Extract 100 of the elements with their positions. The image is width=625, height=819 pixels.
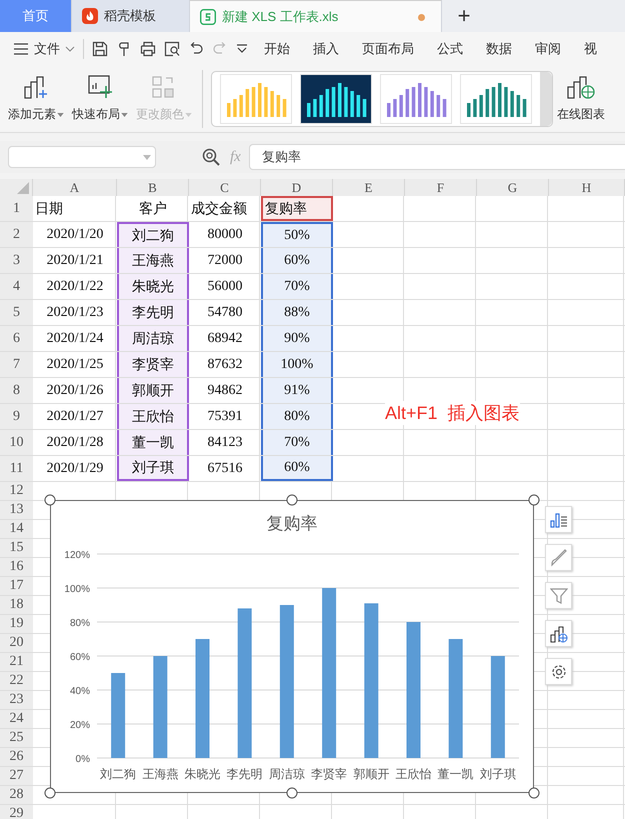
row-header[interactable]: 25 — [0, 729, 33, 747]
menu-tab[interactable]: 页面布局 — [362, 40, 414, 58]
table-cell-text: 2020/1/25 — [46, 356, 104, 374]
table-cell-text: 客户 — [138, 200, 168, 218]
menu-tab[interactable]: 视 — [584, 40, 597, 58]
menu-tab[interactable]: 审阅 — [535, 40, 561, 58]
table-cell: 50% — [261, 222, 333, 247]
table-cell: 周洁琼 — [117, 326, 189, 351]
chart-tool-button[interactable] — [545, 620, 572, 647]
filter-icon — [550, 586, 568, 604]
axis-tick-label: 0% — [76, 754, 90, 765]
category-label: 李先明 — [226, 767, 263, 781]
hint-text: Alt+F1 插入图表 — [385, 401, 520, 425]
print-icon[interactable] — [140, 40, 156, 56]
menu-tab[interactable]: 开始 — [264, 40, 290, 58]
layout-icon — [87, 74, 113, 100]
print-preview-icon[interactable] — [164, 40, 180, 56]
table-cell-text: 80000 — [206, 226, 244, 244]
table-cell-text: 成交金额 — [190, 200, 248, 218]
row-header[interactable]: 4 — [0, 274, 33, 299]
table-cell-text: 84123 — [206, 434, 244, 452]
row-header[interactable]: 24 — [0, 710, 33, 728]
new-tab-button[interactable]: + — [442, 0, 486, 32]
row-header[interactable]: 13 — [0, 501, 33, 519]
table-cell: 王欣怡 — [117, 404, 189, 429]
ribbon-button[interactable]: 快速布局 — [70, 74, 130, 123]
online-chart-button[interactable]: 在线图表 — [557, 74, 605, 123]
category-label: 朱晓光 — [184, 767, 220, 781]
row-header[interactable]: 5 — [0, 300, 33, 325]
corner-triangle-icon — [17, 182, 29, 194]
row-header[interactable]: 19 — [0, 615, 33, 633]
axis-tick-label: 100% — [64, 584, 90, 595]
chart-style-thumbnail[interactable] — [460, 74, 532, 124]
axis-tick-label: 120% — [64, 550, 90, 561]
row-header[interactable]: 27 — [0, 767, 33, 785]
chart-frame[interactable]: 复购率 0% 20% 40% 60% 80% 100% 120% 刘二狗 王海燕 朱晓光 李先明 周洁琼 李贤宰 郭顺开 王欣怡 董一凯 刘子琪 — [50, 500, 534, 793]
row-header[interactable]: 8 — [0, 378, 33, 403]
row-header[interactable]: 3 — [0, 248, 33, 273]
formula-field[interactable]: 复购率 — [248, 144, 625, 170]
row-header[interactable]: 17 — [0, 577, 33, 595]
zoom-icon[interactable] — [202, 148, 220, 166]
row-header[interactable]: 26 — [0, 748, 33, 766]
table-cell-text: 2020/1/28 — [46, 434, 104, 452]
table-cell: 刘子琪 — [117, 456, 189, 481]
row-header[interactable]: 14 — [0, 520, 33, 538]
row-header[interactable]: 20 — [0, 634, 33, 652]
category-label: 郭顺开 — [353, 767, 390, 781]
row-header[interactable]: 2 — [0, 222, 33, 247]
row-header[interactable]: 21 — [0, 653, 33, 671]
category-label: 王海燕 — [142, 767, 178, 781]
category-label: 王欣怡 — [396, 767, 432, 781]
gallery-scrollbar[interactable] — [540, 72, 552, 126]
chart-style-thumbnail[interactable] — [380, 74, 452, 124]
document-tab[interactable]: 稻壳模板 — [72, 0, 190, 32]
chart-tool-button[interactable] — [545, 506, 572, 533]
row-header[interactable]: 7 — [0, 352, 33, 377]
row-header[interactable]: 18 — [0, 596, 33, 614]
row-header[interactable]: 10 — [0, 430, 33, 455]
table-cell-text: 56000 — [206, 278, 244, 296]
chevron-down-icon[interactable] — [65, 46, 75, 52]
row-header[interactable]: 6 — [0, 326, 33, 351]
table-cell: 70% — [261, 274, 333, 299]
undo-icon[interactable] — [188, 40, 204, 56]
dropdown-icon[interactable] — [236, 44, 248, 54]
table-cell-text: 87632 — [206, 356, 244, 374]
axis-tick-label: 40% — [70, 686, 90, 697]
axis-tick-label: 60% — [70, 652, 90, 663]
menu-tab[interactable]: 插入 — [313, 40, 339, 58]
row-header[interactable]: 9 — [0, 404, 33, 429]
chart-style-thumbnail[interactable] — [220, 74, 292, 124]
menu-tab[interactable]: 数据 — [486, 40, 512, 58]
row-header[interactable]: 29 — [0, 805, 33, 819]
file-menu[interactable]: 文件 — [34, 40, 60, 58]
row-header[interactable]: 28 — [0, 786, 33, 804]
table-cell: 李贤宰 — [117, 352, 189, 377]
row-header[interactable]: 16 — [0, 558, 33, 576]
category-label: 李贤宰 — [311, 767, 348, 781]
table-cell: 88% — [261, 300, 333, 325]
document-tab[interactable]: 新建 XLS 工作表.xls — [190, 0, 442, 32]
menu-tab[interactable]: 公式 — [437, 40, 463, 58]
row-header[interactable]: 22 — [0, 672, 33, 690]
save-icon[interactable] — [92, 40, 108, 56]
table-cell: 100% — [261, 352, 333, 377]
row-header[interactable]: 15 — [0, 539, 33, 557]
chart-tool-button[interactable] — [545, 658, 572, 685]
row-header[interactable]: 12 — [0, 482, 33, 500]
table-cell: 60% — [261, 248, 333, 273]
table-cell-text: 2020/1/21 — [46, 252, 104, 270]
table-cell-text: 2020/1/26 — [46, 382, 104, 400]
menu-icon[interactable] — [14, 42, 28, 54]
table-cell: 李先明 — [117, 300, 189, 325]
ribbon-button[interactable]: 添加元素 — [6, 74, 66, 123]
table-cell-text: 2020/1/22 — [46, 278, 104, 296]
row-header[interactable]: 1 — [0, 196, 33, 221]
row-header[interactable]: 11 — [0, 456, 33, 481]
chart-style-thumbnail[interactable] — [300, 74, 372, 124]
table-cell: 郭顺开 — [117, 378, 189, 403]
category-label: 刘子琪 — [480, 767, 516, 781]
row-header[interactable]: 23 — [0, 691, 33, 709]
table-cell: 60% — [261, 456, 333, 481]
